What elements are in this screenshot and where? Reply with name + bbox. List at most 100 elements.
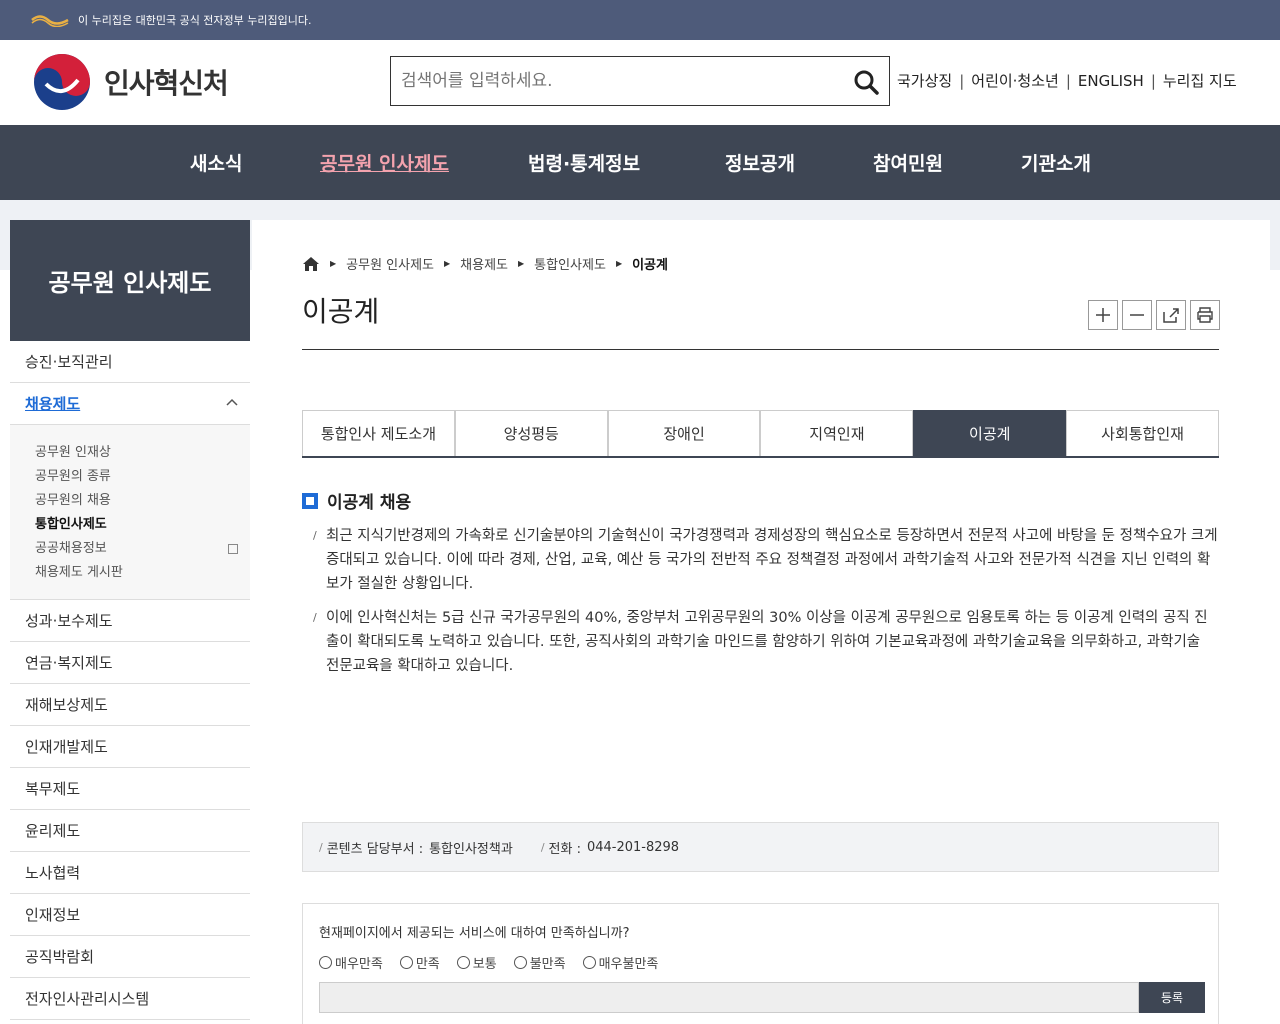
share-button[interactable] <box>1156 300 1186 330</box>
title-divider <box>302 349 1219 350</box>
page-tools <box>1088 300 1220 330</box>
bullet-mark: / <box>313 611 317 624</box>
sidebar-item-promotion[interactable]: 승진·보직관리 <box>10 341 250 383</box>
main-navigation: 새소식 공무원 인사제도 법령·통계정보 정보공개 참여민원 기관소개 <box>0 125 1280 200</box>
tab-disabled[interactable]: 장애인 <box>607 410 761 456</box>
breadcrumb-item[interactable]: 통합인사제도 <box>534 254 606 273</box>
submenu-item-label: 공공채용정보 <box>35 541 107 556</box>
submenu-item[interactable]: 공무원의 채용 <box>35 489 250 513</box>
utility-links: 국가상징 | 어린이·청소년 | ENGLISH | 누리집 지도 <box>897 70 1237 91</box>
share-icon <box>1163 308 1179 323</box>
paragraph-text: 최근 지식기반경제의 가속화로 신기술분야의 기술혁신이 국가경쟁력과 경제성장… <box>326 528 1218 592</box>
dept-label: 콘텐츠 담당부서 : <box>326 841 424 857</box>
survey-submit-button[interactable]: 등록 <box>1139 982 1205 1013</box>
survey-option[interactable]: 매우불만족 <box>582 953 659 972</box>
tab-overview[interactable]: 통합인사 제도소개 <box>302 410 455 456</box>
sidebar-item-label: 승진·보직관리 <box>25 353 113 371</box>
survey-options: 매우만족 만족 보통 불만족 매우불만족 <box>319 953 675 972</box>
tab-gender-equality[interactable]: 양성평등 <box>454 410 608 456</box>
gnb-law-stats[interactable]: 법령·통계정보 <box>528 149 640 176</box>
sidebar-item[interactable]: 윤리제도 <box>10 810 250 852</box>
zoom-out-button[interactable] <box>1122 300 1152 330</box>
breadcrumb-current: 이공계 <box>632 258 668 273</box>
option-label: 불만족 <box>529 957 566 972</box>
submenu-item[interactable]: 공무원의 종류 <box>35 465 250 489</box>
survey-option[interactable]: 매우만족 <box>319 953 383 972</box>
sidebar-item[interactable]: 공직박람회 <box>10 936 250 978</box>
gnb-personnel-system[interactable]: 공무원 인사제도 <box>320 149 449 176</box>
site-logo[interactable]: 인사혁신처 <box>32 52 229 112</box>
survey-option[interactable]: 보통 <box>456 953 497 972</box>
sidebar-item[interactable]: 성과·보수제도 <box>10 600 250 642</box>
tab-regional-talent[interactable]: 지역인재 <box>760 410 914 456</box>
phone-value: 044-201-8298 <box>586 839 680 855</box>
radio-button[interactable] <box>513 956 527 969</box>
option-label: 매우만족 <box>335 957 383 972</box>
survey-option[interactable]: 불만족 <box>513 953 566 972</box>
minus-icon <box>1130 314 1144 316</box>
radio-button[interactable] <box>399 956 413 969</box>
sidebar-item[interactable]: 복무제도 <box>10 768 250 810</box>
sidebar-item[interactable]: 인재정보 <box>10 894 250 936</box>
sidebar-item[interactable]: 전자인사관리시스템 <box>10 978 250 1020</box>
sidebar-title: 공무원 인사제도 <box>10 220 250 341</box>
radio-button[interactable] <box>456 956 470 969</box>
satisfaction-survey: 현재페이지에서 제공되는 서비스에 대하여 만족하십니까? 매우만족 만족 보통… <box>302 903 1219 1024</box>
content-tabs: 통합인사 제도소개 양성평등 장애인 지역인재 이공계 사회통합인재 <box>302 410 1219 458</box>
paragraph: / 이에 인사혁신처는 5급 신규 국가공무원의 40%, 중앙부처 고위공무원… <box>313 606 1218 678</box>
tab-social-integration[interactable]: 사회통합인재 <box>1066 410 1219 456</box>
print-button[interactable] <box>1190 300 1220 330</box>
gov-banner-text: 이 누리집은 대한민국 공식 전자정부 누리집입니다. <box>78 14 312 27</box>
sidebar-submenu: 공무원 인재상 공무원의 종류 공무원의 채용 통합인사제도 공공채용정보 채용… <box>10 425 250 600</box>
tab-science-engineering[interactable]: 이공계 <box>913 410 1067 456</box>
sidebar: 공무원 인사제도 승진·보직관리 채용제도 공무원 인재상 공무원의 종류 공무… <box>10 220 250 1024</box>
sidebar-item[interactable]: 재해보상제도 <box>10 684 250 726</box>
search-box <box>390 56 890 106</box>
option-label: 보통 <box>472 957 497 972</box>
breadcrumb-item[interactable]: 공무원 인사제도 <box>346 254 434 273</box>
gov-symbol-icon <box>31 15 69 27</box>
gnb-news[interactable]: 새소식 <box>190 149 242 176</box>
paragraph: / 최근 지식기반경제의 가속화로 신기술분야의 기술혁신이 국가경쟁력과 경제… <box>313 524 1218 596</box>
survey-comment-input[interactable] <box>319 982 1139 1013</box>
main-content: ▶ 공무원 인사제도 ▶ 채용제도 ▶ 통합인사제도 ▶ 이공계 이공계 통합인사 제도… <box>252 220 1270 1024</box>
survey-option[interactable]: 만족 <box>399 953 440 972</box>
section-title: 이공계 채용 <box>327 493 412 513</box>
search-input[interactable] <box>401 71 841 91</box>
submenu-item-active[interactable]: 통합인사제도 <box>35 513 250 537</box>
radio-button[interactable] <box>319 956 332 969</box>
util-link-english[interactable]: ENGLISH <box>1078 72 1144 90</box>
radio-button[interactable] <box>582 956 596 969</box>
util-link-symbols[interactable]: 국가상징 <box>897 70 952 91</box>
plus-icon <box>1096 308 1110 322</box>
site-name: 인사혁신처 <box>104 67 229 100</box>
breadcrumb-item[interactable]: 채용제도 <box>460 254 508 273</box>
search-icon[interactable] <box>853 69 879 95</box>
sidebar-item-recruitment[interactable]: 채용제도 <box>10 383 250 425</box>
paragraph-text: 이에 인사혁신처는 5급 신규 국가공무원의 40%, 중앙부처 고위공무원의 … <box>326 610 1208 674</box>
util-link-sitemap[interactable]: 누리집 지도 <box>1163 70 1237 91</box>
option-label: 매우불만족 <box>598 957 659 972</box>
sidebar-item-label: 채용제도 <box>25 395 81 413</box>
square-bullet-icon <box>302 492 318 509</box>
phone-label: 전화 : <box>548 841 581 857</box>
chevron-up-icon <box>226 398 238 406</box>
sidebar-item[interactable]: 연금·복지제도 <box>10 642 250 684</box>
sidebar-item[interactable]: 노사협력 <box>10 852 250 894</box>
breadcrumb: ▶ 공무원 인사제도 ▶ 채용제도 ▶ 통합인사제도 ▶ 이공계 <box>302 254 668 273</box>
page-title: 이공계 <box>302 295 380 328</box>
util-link-kids[interactable]: 어린이·청소년 <box>971 70 1059 91</box>
zoom-in-button[interactable] <box>1088 300 1118 330</box>
dept-value: 통합인사정책과 <box>429 841 513 857</box>
home-icon[interactable] <box>302 256 320 272</box>
submenu-item-external[interactable]: 공공채용정보 <box>35 537 250 561</box>
submenu-item[interactable]: 채용제도 게시판 <box>35 561 250 585</box>
taegeuk-logo-icon <box>34 54 90 110</box>
gnb-disclosure[interactable]: 정보공개 <box>725 149 795 176</box>
submenu-item[interactable]: 공무원 인재상 <box>35 441 250 465</box>
option-label: 만족 <box>415 957 440 972</box>
content-contact: / 콘텐츠 담당부서 : 통합인사정책과 / 전화 : 044-201-8298 <box>302 822 1219 872</box>
gnb-civil-petition[interactable]: 참여민원 <box>873 149 943 176</box>
gnb-about[interactable]: 기관소개 <box>1021 149 1091 176</box>
sidebar-item[interactable]: 인재개발제도 <box>10 726 250 768</box>
